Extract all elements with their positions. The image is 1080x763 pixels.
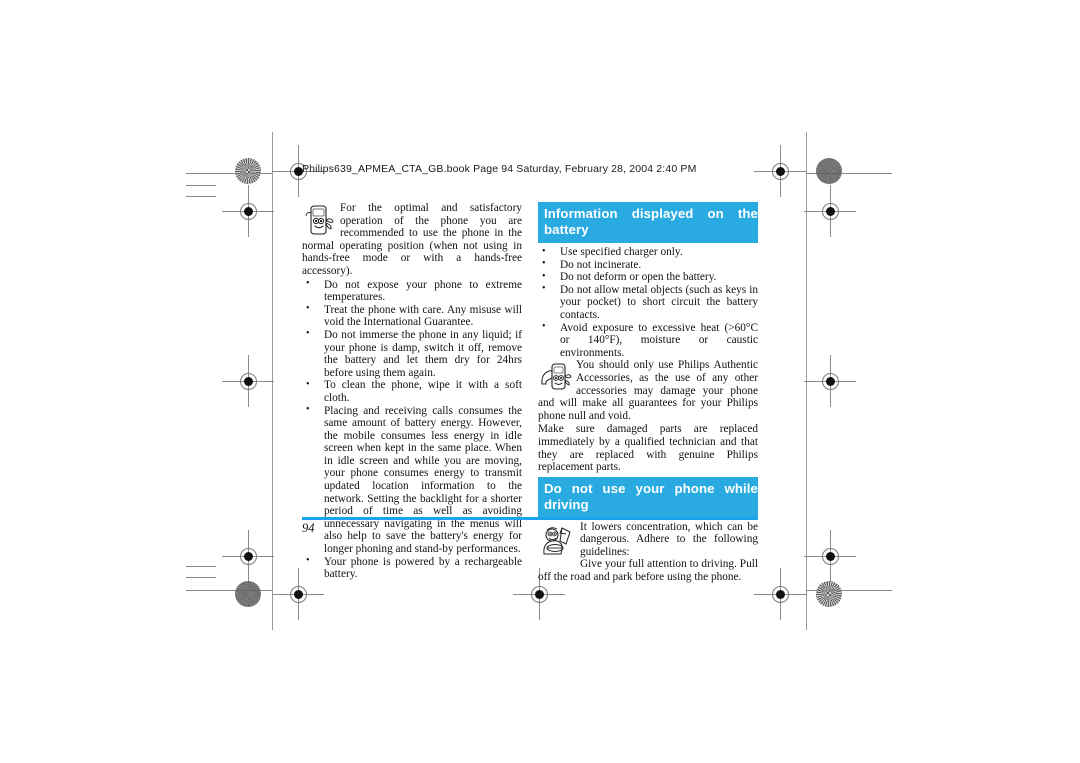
tick-left-upper xyxy=(186,185,216,186)
registration-mark-bottom-right-upper xyxy=(804,530,856,582)
tick-left-lower-a xyxy=(186,566,216,567)
phone-character-icon xyxy=(302,203,336,237)
registration-mark-top-right xyxy=(804,185,856,237)
right-column: Information displayed on the battery Use… xyxy=(538,202,758,585)
crop-line-left-lower xyxy=(272,210,273,630)
registration-mark-bottom-left-upper xyxy=(222,530,274,582)
list-item: Do not incinerate. xyxy=(538,258,758,272)
list-item: Placing and receiving calls consumes the… xyxy=(302,404,522,556)
color-rosette-top-left xyxy=(235,158,261,184)
driving-block: It lowers concentration, which can be da… xyxy=(538,521,758,584)
list-item: To clean the phone, wipe it with a soft … xyxy=(302,379,522,404)
list-item: Do not immerse the phone in any liquid; … xyxy=(302,328,522,379)
left-column: For the optimal and satisfactory operati… xyxy=(302,202,522,581)
color-rosette-bottom-left xyxy=(235,581,261,607)
battery-bullet-list: Use specified charger only. Do not incin… xyxy=(538,246,758,359)
footer-rule xyxy=(302,517,758,520)
intro-block: For the optimal and satisfactory operati… xyxy=(302,202,522,278)
page-number: 94 xyxy=(302,521,315,535)
color-rosette-top-right xyxy=(816,158,842,184)
phone-accessory-character-icon xyxy=(538,360,572,394)
crop-line-left xyxy=(272,132,273,210)
list-item: Do not deform or open the battery. xyxy=(538,271,758,284)
registration-mark-bottom-right xyxy=(754,568,806,620)
list-item: Treat the phone with care. Any misuse wi… xyxy=(302,303,522,329)
list-item: Use specified charger only. xyxy=(538,246,758,259)
registration-mark-top-left xyxy=(222,185,274,237)
section-heading-battery: Information displayed on the battery xyxy=(538,202,758,243)
section-heading-driving: Do not use your phone while driving xyxy=(538,476,758,518)
registration-mark-mid-right xyxy=(804,355,856,407)
color-rosette-bottom-right xyxy=(816,581,842,607)
list-item: Do not allow metal objects (such as keys… xyxy=(538,283,758,322)
list-item: Do not expose your phone to extreme temp… xyxy=(302,278,522,304)
registration-mark-top-right-inner xyxy=(754,145,806,197)
crop-line-right xyxy=(806,132,807,630)
accessories-block: You should only use Philips Authentic Ac… xyxy=(538,359,758,422)
driving-paragraph-2: Give your full attention to driving. Pul… xyxy=(538,558,758,584)
driving-character-icon xyxy=(538,522,576,560)
tick-left-lower-b xyxy=(186,577,216,578)
left-bullet-list: Do not expose your phone to extreme temp… xyxy=(302,278,522,581)
list-item: Avoid exposure to excessive heat (>60°C … xyxy=(538,321,758,360)
list-item: Your phone is powered by a rechargeable … xyxy=(302,555,522,581)
registration-mark-mid-left xyxy=(222,355,274,407)
repair-note: Make sure damaged parts are replaced imm… xyxy=(538,423,758,474)
book-file-header: Philips639_APMEA_CTA_GB.book Page 94 Sat… xyxy=(302,163,697,175)
tick-left-mid xyxy=(186,196,216,197)
document-page: Philips639_APMEA_CTA_GB.book Page 94 Sat… xyxy=(0,0,1080,763)
